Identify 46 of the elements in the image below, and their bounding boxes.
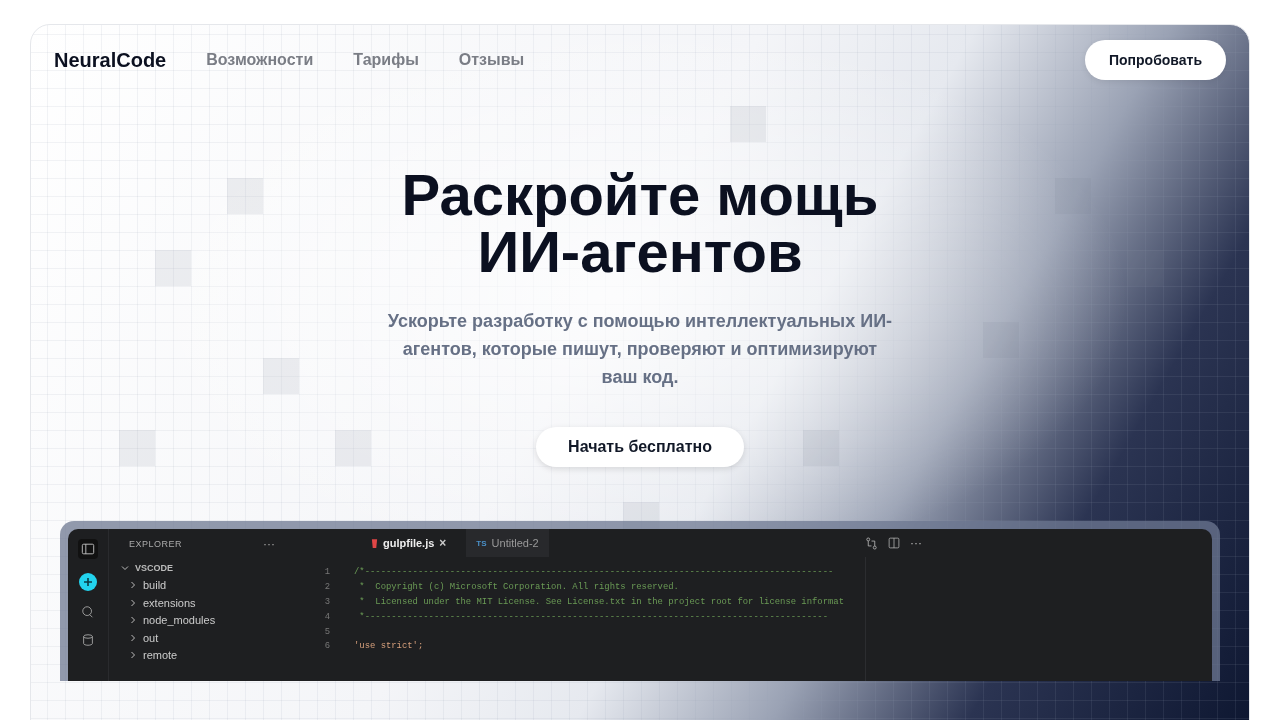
line-number: 3 xyxy=(323,597,330,607)
grid-tile xyxy=(335,430,371,466)
tree-folder[interactable]: remote xyxy=(119,646,291,664)
tree-folder[interactable]: VSCODE xyxy=(119,559,291,577)
nav-link[interactable]: Возможности xyxy=(206,51,314,69)
cup-icon xyxy=(371,537,378,549)
code-line: /*---------------------------------------------------------------------------------------- xyxy=(354,567,834,578)
line-number: 2 xyxy=(323,582,330,593)
hero-title: Раскройте мощь ИИ-агентов xyxy=(400,166,880,280)
nav-link[interactable]: Тарифы xyxy=(353,51,419,69)
code-line: * Licensed under the MIT License. See License.txt in the project root for license informat xyxy=(358,597,844,607)
tree-folder[interactable]: out xyxy=(119,629,291,647)
grid-tile xyxy=(1055,178,1091,214)
more-button[interactable]: ··· xyxy=(263,537,275,551)
explorer-title: EXPLORER xyxy=(129,539,183,549)
grid-tile xyxy=(803,430,839,466)
editor-tab[interactable]: TS Untitled-2 xyxy=(466,529,549,557)
database-icon[interactable] xyxy=(81,633,95,647)
grid-tile xyxy=(119,430,155,466)
code-line: 'use strict'; xyxy=(354,641,424,652)
line-number: 1 xyxy=(323,567,330,578)
try-button[interactable]: Попробовать xyxy=(1084,40,1226,80)
code-line: *--------------------------------------------------------------------------------------- xyxy=(358,611,828,622)
more-button[interactable]: ··· xyxy=(910,536,922,550)
line-number: 4 xyxy=(323,611,330,622)
start-free-button[interactable]: Начать бесплатно xyxy=(536,427,744,467)
line-number: 5 xyxy=(323,626,330,637)
grid-tile xyxy=(155,250,191,286)
nav-link[interactable]: Отзывы xyxy=(458,51,525,69)
plus-icon[interactable] xyxy=(79,573,97,591)
code-line: * Copyright (c) Microsoft Corporation. All rights reserved. xyxy=(358,582,679,593)
compare-icon[interactable] xyxy=(865,536,878,550)
split-editor-icon[interactable] xyxy=(888,537,900,549)
grid-tile xyxy=(730,106,766,142)
tree-folder[interactable]: node_modules xyxy=(119,611,291,629)
brand-logo[interactable]: NeuralCode xyxy=(54,48,167,72)
grid-tile xyxy=(983,322,1019,358)
close-icon[interactable]: × xyxy=(439,536,447,550)
line-number: 6 xyxy=(323,641,330,652)
sidebar-toggle-icon[interactable] xyxy=(78,539,98,559)
grid-tile xyxy=(263,358,299,394)
grid-tile xyxy=(227,178,263,214)
editor-tab[interactable]: gulpfile.js × xyxy=(361,529,457,557)
tree-folder[interactable]: extensions xyxy=(119,594,291,612)
hero-subtitle: Ускорьте разработку с помощью интеллектуальных ИИ-агентов, которые пишут, проверяют и оптимизируют ваш код. xyxy=(386,310,894,389)
tree-folder[interactable]: build xyxy=(119,576,291,594)
